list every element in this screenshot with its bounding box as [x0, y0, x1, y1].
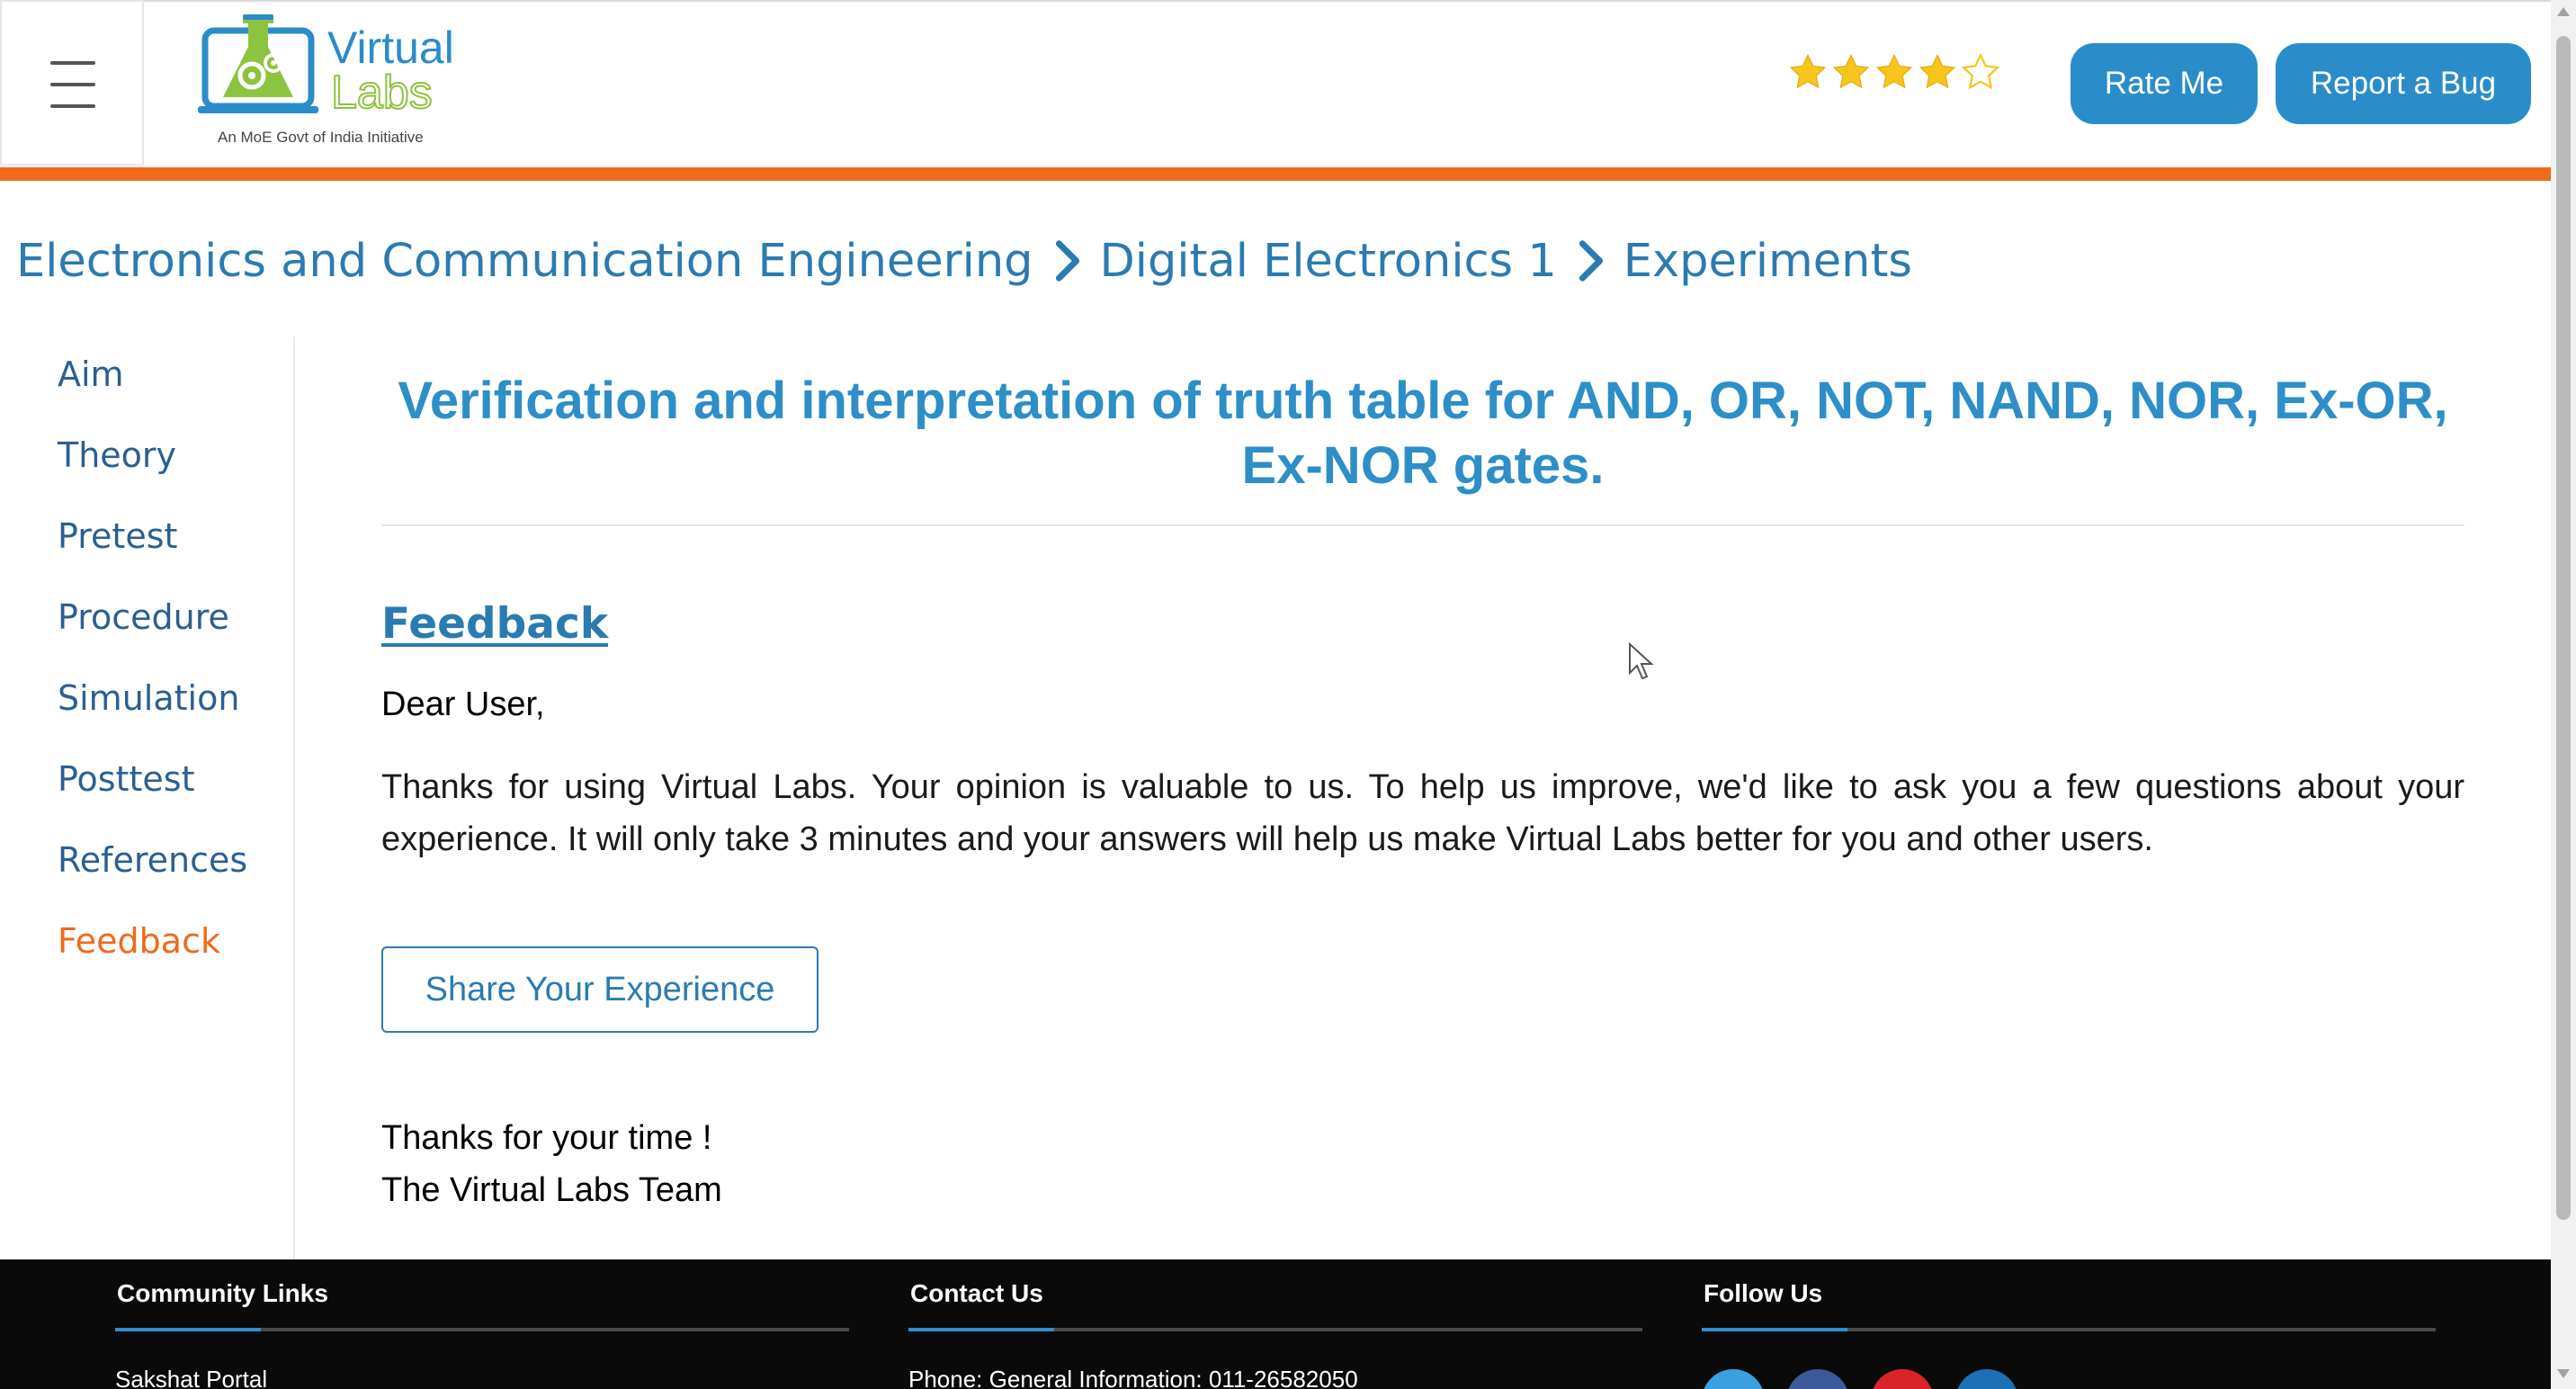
signature-text: The Virtual Labs Team — [381, 1171, 722, 1209]
menu-icon-bar-bottom — [50, 104, 95, 108]
header-accent-bar — [0, 167, 2551, 181]
breadcrumb: Electronics and Communication Engineerin… — [16, 227, 1912, 295]
mouse-pointer-icon — [1629, 642, 1654, 680]
site-header: Virtual Labs An MoE Govt of India Initia… — [0, 0, 2551, 167]
sidebar-item-references[interactable]: References — [58, 840, 247, 880]
linkedin-icon[interactable] — [1955, 1369, 2018, 1389]
logo-text-virtual: Virtual — [327, 22, 454, 73]
rating-stars[interactable] — [1788, 52, 2000, 92]
virtual-labs-logo[interactable]: Virtual Labs An MoE Govt of India Initia… — [196, 11, 457, 153]
star-filled-icon[interactable] — [1874, 52, 1914, 92]
scroll-down-arrow-icon[interactable] — [2557, 1369, 2570, 1378]
star-filled-icon[interactable] — [1831, 52, 1871, 92]
feedback-message: Thanks for using Virtual Labs. Your opin… — [381, 768, 2464, 858]
footer-contact-column: Contact Us Phone: General Information: 0… — [908, 1259, 1642, 1389]
hamburger-menu-button[interactable] — [0, 0, 144, 166]
breadcrumb-lab[interactable]: Digital Electronics 1 — [1100, 235, 1557, 288]
star-empty-icon[interactable] — [1961, 52, 2000, 92]
sidebar-item-theory[interactable]: Theory — [58, 435, 176, 475]
footer-phone: Phone: General Information: 011-26582050 — [908, 1366, 1358, 1389]
facebook-icon[interactable] — [1786, 1369, 1849, 1389]
experiment-sidebar: Aim Theory Pretest Procedure Simulation … — [0, 336, 295, 1259]
logo-text-labs: Labs — [331, 67, 433, 119]
share-experience-button[interactable]: Share Your Experience — [381, 946, 818, 1033]
chevron-right-icon — [1579, 240, 1603, 282]
logo-tagline: An MoE Govt of India Initiative — [218, 129, 424, 146]
footer-divider-accent — [115, 1328, 261, 1331]
report-bug-button[interactable]: Report a Bug — [2276, 43, 2531, 124]
vertical-scrollbar[interactable] — [2551, 0, 2576, 1389]
footer-follow-column: Follow Us — [1702, 1259, 2436, 1389]
site-footer: Community Links Sakshat Portal Contact U… — [0, 1259, 2551, 1389]
sidebar-item-procedure[interactable]: Procedure — [58, 597, 229, 637]
sidebar-item-posttest[interactable]: Posttest — [58, 759, 194, 799]
rate-me-button[interactable]: Rate Me — [2071, 43, 2258, 124]
twitter-icon[interactable] — [1702, 1369, 1765, 1389]
sidebar-item-simulation[interactable]: Simulation — [58, 678, 239, 718]
sidebar-item-pretest[interactable]: Pretest — [58, 516, 177, 556]
star-filled-icon[interactable] — [1788, 52, 1828, 92]
star-filled-icon[interactable] — [1918, 52, 1957, 92]
chevron-right-icon — [1055, 240, 1079, 282]
youtube-icon[interactable] — [1871, 1369, 1934, 1389]
breadcrumb-experiments[interactable]: Experiments — [1623, 235, 1912, 288]
title-divider — [381, 524, 2464, 526]
scrollbar-thumb[interactable] — [2556, 36, 2571, 1220]
closing-text: Thanks for your time ! — [381, 1119, 712, 1157]
feedback-heading[interactable]: Feedback — [381, 599, 608, 649]
greeting-text: Dear User, — [381, 686, 545, 723]
footer-link-sakshat[interactable]: Sakshat Portal — [115, 1366, 267, 1389]
footer-divider-accent — [908, 1328, 1054, 1331]
footer-divider-accent — [1702, 1328, 1847, 1331]
footer-community-heading: Community Links — [117, 1279, 328, 1307]
menu-icon-bar-top — [50, 61, 95, 65]
footer-follow-heading: Follow Us — [1704, 1279, 1823, 1307]
footer-contact-heading: Contact Us — [910, 1279, 1043, 1307]
menu-icon-bar-middle — [50, 83, 95, 86]
breadcrumb-discipline[interactable]: Electronics and Communication Engineerin… — [16, 235, 1033, 288]
sidebar-item-feedback[interactable]: Feedback — [58, 921, 220, 961]
top-border — [0, 0, 2551, 2]
scroll-up-arrow-icon[interactable] — [2557, 7, 2570, 16]
experiment-title: Verification and interpretation of truth… — [398, 372, 2448, 495]
sidebar-item-aim[interactable]: Aim — [58, 354, 124, 394]
footer-community-column: Community Links Sakshat Portal — [115, 1259, 849, 1389]
